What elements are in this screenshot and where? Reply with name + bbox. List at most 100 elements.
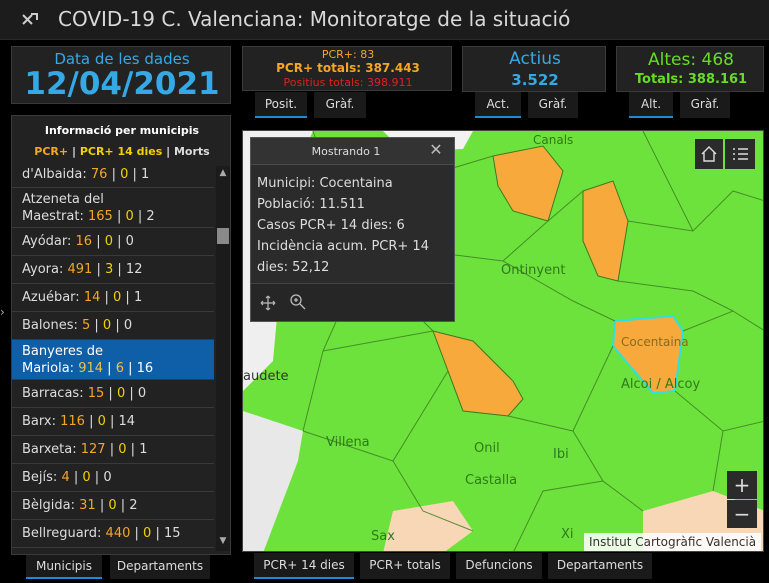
pcr14-value: 0 bbox=[116, 386, 126, 401]
tab-actius[interactable]: Act. bbox=[475, 92, 521, 118]
tab-pcr-totals[interactable]: PCR+ totals bbox=[360, 553, 450, 579]
list-item[interactable]: Azuébar: 14 | 0 | 1 bbox=[12, 284, 214, 312]
pcr-value: 491 bbox=[67, 262, 93, 277]
list-item[interactable]: Ayódar: 16 | 0 | 0 bbox=[12, 228, 214, 256]
scroll-down-icon[interactable]: ▼ bbox=[216, 534, 230, 548]
popup-line: Població: 11.511 bbox=[257, 197, 365, 212]
municipi-stats: Bellreguard: 440 | 0 | 15 bbox=[22, 526, 181, 541]
municipi-name: Atzeneta del bbox=[22, 191, 104, 207]
list-item[interactable]: Barx: 116 | 0 | 14 bbox=[12, 408, 214, 436]
pcr-value: 440 bbox=[105, 526, 131, 541]
tab-grafic-pcr[interactable]: Gràf. bbox=[314, 92, 366, 118]
legend-list-button[interactable] bbox=[725, 139, 755, 169]
collapse-arrow-icon[interactable]: › bbox=[0, 305, 8, 321]
morts-value: 2 bbox=[146, 208, 155, 224]
list-item[interactable]: Atzeneta del Maestrat: 165 | 0 | 2 bbox=[12, 188, 214, 228]
list-item[interactable]: Bejís: 4 | 0 | 0 bbox=[12, 464, 214, 492]
municipi-stats: d'Albaida: 76 | 0 | 1 bbox=[22, 166, 150, 182]
pcr-value: 914 bbox=[78, 360, 104, 376]
municipi-name: Maestrat: bbox=[22, 208, 84, 224]
map-attribution: Institut Cartogràfic Valencià bbox=[584, 533, 762, 551]
municipi-name: Bellreguard: bbox=[22, 526, 102, 541]
list-item[interactable]: Bèlgida: 31 | 0 | 2 bbox=[12, 492, 214, 520]
pan-icon[interactable] bbox=[259, 294, 277, 312]
list-icon bbox=[733, 148, 748, 160]
municipi-name: Banyeres de bbox=[22, 343, 104, 359]
pcr14-value: 6 bbox=[115, 360, 124, 376]
pcr-totals: PCR+ totals: 387.443 bbox=[276, 61, 420, 75]
morts-value: 14 bbox=[118, 414, 136, 429]
pcr-value: 15 bbox=[87, 386, 105, 401]
popup-line: dies: 52,12 bbox=[257, 260, 330, 275]
map-label-castalla: Castalla bbox=[465, 473, 518, 488]
list-item[interactable]: Banyeres de Mariola: 914 | 6 | 16 bbox=[12, 340, 214, 380]
tab-departaments-map[interactable]: Departaments bbox=[548, 553, 652, 579]
municipi-name: Bejís: bbox=[22, 470, 58, 485]
pcr14-value: 0 bbox=[104, 234, 113, 249]
map-label-onil: Onil bbox=[474, 441, 500, 456]
municipi-stats: Bèlgida: 31 | 0 | 2 bbox=[22, 498, 138, 513]
close-icon[interactable]: ✕ bbox=[427, 141, 445, 159]
legend-pcr14: PCR+ 14 dies bbox=[79, 145, 163, 158]
map-label-cocentaina: Cocentaina bbox=[621, 335, 689, 349]
scroll-up-icon[interactable]: ▲ bbox=[216, 166, 230, 180]
zoom-in-button[interactable]: + bbox=[727, 471, 757, 499]
home-button[interactable] bbox=[695, 139, 723, 169]
tab-pcr14[interactable]: PCR+ 14 dies bbox=[254, 553, 354, 579]
zoom-out-button[interactable]: − bbox=[727, 500, 757, 528]
list-scrollbar[interactable]: ▲ ▼ bbox=[216, 166, 230, 551]
tab-municipis[interactable]: Municipis bbox=[26, 555, 102, 579]
date-panel: Data de les dades 12/04/2021 bbox=[11, 46, 231, 104]
legend-pcr: PCR+ bbox=[34, 145, 69, 158]
morts-value: 0 bbox=[137, 386, 147, 401]
list-item[interactable]: Barxeta: 127 | 0 | 1 bbox=[12, 436, 214, 464]
date-value: 12/04/2021 bbox=[24, 66, 220, 102]
municipi-name: d'Albaida: bbox=[22, 166, 87, 182]
tab-grafic-actius[interactable]: Gràf. bbox=[528, 92, 578, 118]
map-label-alcoi: Alcoi / Alcoy bbox=[621, 377, 701, 392]
pcr-value: 16 bbox=[75, 234, 93, 249]
list-item[interactable]: Balones: 5 | 0 | 0 bbox=[12, 312, 214, 340]
morts-value: 0 bbox=[125, 234, 134, 249]
municipi-stats: Bejís: 4 | 0 | 0 bbox=[22, 470, 112, 485]
legend-morts: Morts bbox=[173, 145, 210, 158]
map-label-caudete: audete bbox=[243, 369, 289, 384]
municipi-name: Ayora: bbox=[22, 262, 64, 277]
list-item[interactable]: Barracas: 15 | 0 | 0 bbox=[12, 380, 214, 408]
municipi-name: Azuébar: bbox=[22, 290, 80, 305]
municipi-name: Ayódar: bbox=[22, 234, 72, 249]
pcr-value: 76 bbox=[90, 166, 108, 182]
popup-title: Mostrando 1 bbox=[311, 145, 381, 158]
municipi-name: Mariola: bbox=[22, 360, 75, 376]
home-icon bbox=[701, 146, 717, 162]
tab-grafic-altes[interactable]: Gràf. bbox=[680, 92, 730, 118]
legend-sep: | bbox=[162, 145, 174, 158]
popup-line: Municipi: Cocentaina bbox=[257, 176, 393, 191]
altes-panel: Altes: 468 Totals: 388.161 bbox=[616, 46, 764, 92]
tab-altes[interactable]: Alt. bbox=[629, 92, 673, 118]
list-item[interactable]: Ayora: 491 | 3 | 12 bbox=[12, 256, 214, 284]
municipi-name: Barracas: bbox=[22, 386, 84, 401]
actius-label: Actius bbox=[509, 49, 561, 69]
tab-departaments-left[interactable]: Departaments bbox=[110, 555, 210, 579]
app-title: COVID-19 C. Valenciana: Monitoratge de l… bbox=[58, 7, 571, 31]
municipi-name: Barxeta: bbox=[22, 442, 77, 457]
map-label-villena: Villena bbox=[326, 435, 370, 450]
pcr-daily: PCR+: 83 bbox=[321, 48, 375, 61]
tab-positius[interactable]: Posit. bbox=[255, 92, 307, 118]
list-item[interactable]: Bellreguard: 440 | 0 | 15 bbox=[12, 520, 214, 548]
map-label-sax: Sax bbox=[371, 529, 395, 544]
legend-sep: | bbox=[68, 145, 80, 158]
pcr14-value: 0 bbox=[102, 318, 112, 333]
morts-value: 15 bbox=[163, 526, 181, 541]
zoom-to-icon[interactable] bbox=[289, 293, 307, 311]
scroll-thumb[interactable] bbox=[217, 228, 229, 244]
pcr-value: 14 bbox=[83, 290, 101, 305]
map-label-ibi: Ibi bbox=[553, 447, 569, 462]
municipalities-list[interactable]: Agullent ded'Albaida: 76 | 0 | 1Atzeneta… bbox=[12, 166, 214, 554]
tab-defuncions[interactable]: Defuncions bbox=[456, 553, 542, 579]
list-item[interactable]: Agullent ded'Albaida: 76 | 0 | 1 bbox=[12, 166, 214, 188]
popup-line: Incidència acum. PCR+ 14 bbox=[257, 239, 429, 254]
morts-value: 2 bbox=[129, 498, 138, 513]
pcr-value: 31 bbox=[79, 498, 96, 513]
